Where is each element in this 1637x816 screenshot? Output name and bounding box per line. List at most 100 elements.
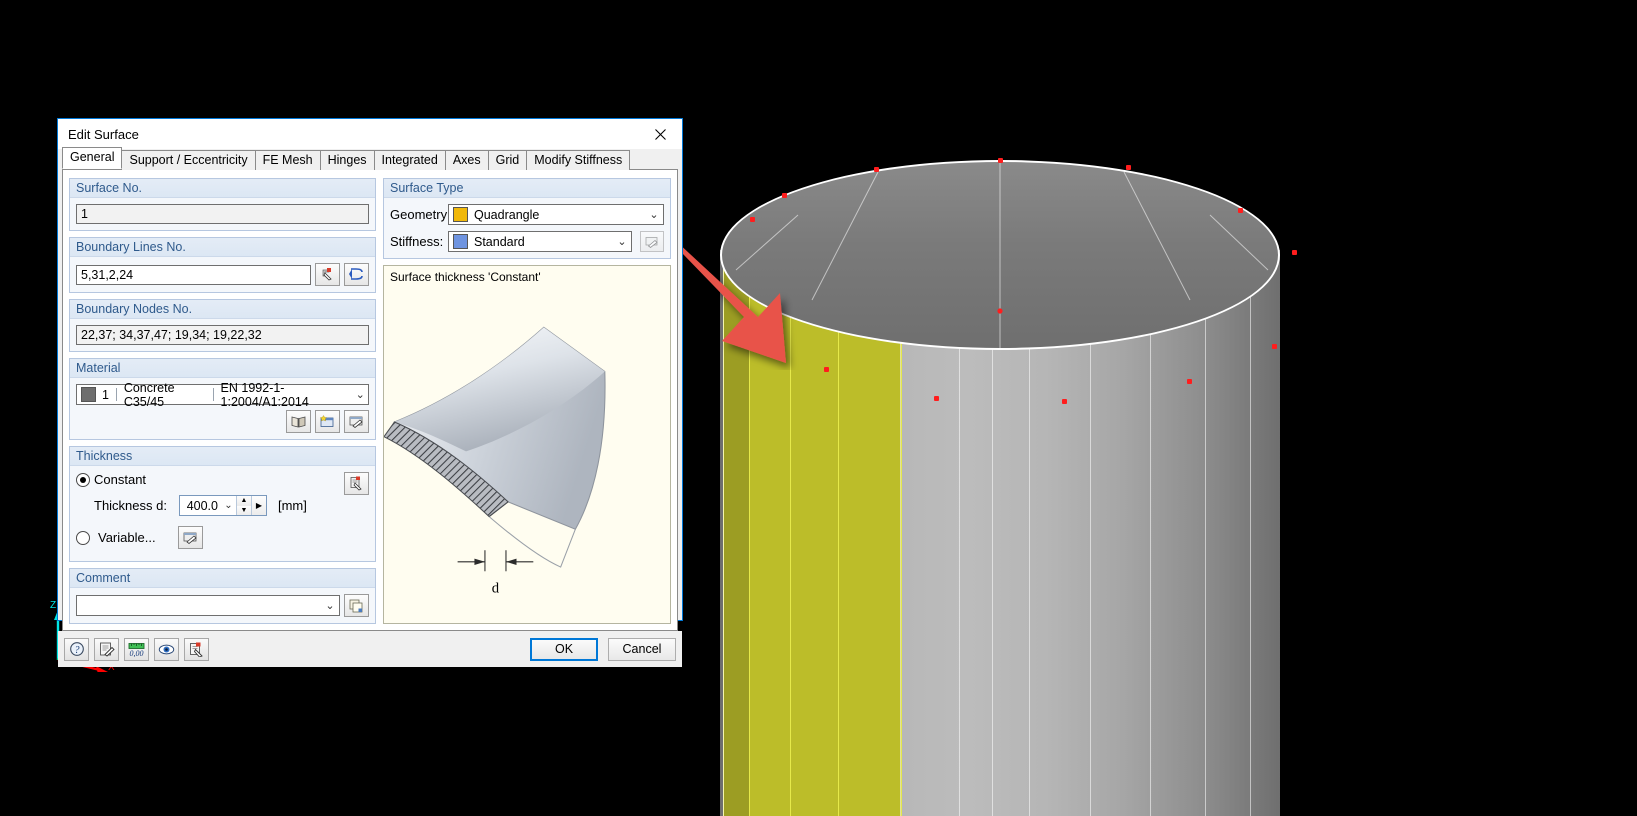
thickness-unit: [mm] [277,498,307,513]
units-icon[interactable]: 0,00 [124,637,149,661]
close-icon[interactable] [638,120,682,149]
note-glyph [99,642,115,657]
comment-templates-glyph [349,599,363,612]
stepper-up[interactable]: ▲ [236,496,251,506]
radio-dot [80,476,86,483]
node-marker[interactable] [1292,250,1297,255]
geometry-value: Quadrangle [474,207,540,222]
material-group: Material 1 Concrete C35/45 EN 1992-1-1:2… [69,358,376,440]
variable-label: Variable... [98,530,156,545]
dimension-label-d: d [492,580,500,596]
tab-grid[interactable]: Grid [487,150,528,170]
cylinder-top-face[interactable] [720,160,1280,350]
chevron-down-icon[interactable]: ⌄ [645,208,663,221]
thickness-value: 400.0 [186,498,218,513]
comment-body: ⌄ [70,588,375,623]
surface-no-group: Surface No. 1 [69,178,376,231]
node-marker[interactable] [874,167,879,172]
node-marker[interactable] [1272,344,1277,349]
stepper-down[interactable]: ▼ [236,505,251,515]
constant-label: Constant [94,472,147,487]
node-marker[interactable] [1062,399,1067,404]
curved-shell-illustration: d [383,326,606,596]
svg-text:0,00: 0,00 [130,649,144,657]
new-material-icon[interactable] [315,410,340,433]
edit-surface-dialog[interactable]: Edit Surface General Support / Eccentric… [57,118,683,667]
tab-support-eccentricity[interactable]: Support / Eccentricity [121,150,256,170]
stiffness-row: Stiffness: Standard ⌄ [390,231,664,252]
dialog-title: Edit Surface [68,126,139,142]
chevron-down-icon[interactable]: ⌄ [613,235,631,248]
thickness-d-label: Thickness d: [94,498,167,513]
note-icon[interactable] [94,637,119,661]
tab-general[interactable]: General [62,147,123,169]
thickness-spinner[interactable]: 400.0 ⌄ ▲ ▼ ▶ [178,495,267,516]
thickness-legend: Thickness [70,447,375,466]
close-glyph [654,128,666,140]
pick-thickness-icon[interactable] [344,472,369,495]
edit-stiffness-icon[interactable] [640,231,664,252]
chevron-down-icon[interactable]: ⌄ [352,388,368,401]
tab-integrated[interactable]: Integrated [373,150,446,170]
divider [212,388,214,401]
boundary-nodes-input[interactable]: 22,37; 34,37,47; 19,34; 19,22,32 [76,325,369,345]
node-marker[interactable] [934,396,939,401]
comment-combo[interactable]: ⌄ [76,595,340,616]
pick-icon[interactable] [184,637,209,661]
boundary-lines-input[interactable]: 5,31,2,24 [76,264,311,285]
reverse-orientation-icon[interactable] [344,263,369,286]
tab-axes[interactable]: Axes [444,150,489,170]
boundary-lines-group: Boundary Lines No. 5,31,2,24 [69,237,376,293]
node-marker[interactable] [782,193,787,198]
surface-no-input[interactable]: 1 [76,204,369,224]
comment-group: Comment ⌄ [69,568,376,624]
footer-actions: OK Cancel [530,637,676,661]
chevron-down-icon[interactable]: ⌄ [321,599,339,612]
material-combo[interactable]: 1 Concrete C35/45 EN 1992-1-1:2004/A1:20… [76,381,369,409]
geometry-combo[interactable]: Quadrangle ⌄ [448,204,664,225]
comment-templates-icon[interactable] [344,594,369,617]
selected-surface-panel[interactable] [749,250,792,816]
node-marker[interactable] [1126,165,1131,170]
cylinder-model[interactable] [700,150,1300,816]
tab-hinges[interactable]: Hinges [319,150,375,170]
cancel-button[interactable]: Cancel [608,637,676,661]
surface-type-legend: Surface Type [384,179,670,198]
divider [115,388,117,401]
tab-fe-mesh[interactable]: FE Mesh [254,150,321,170]
constant-radio[interactable] [76,472,90,487]
node-marker[interactable] [824,367,829,372]
node-marker[interactable] [998,158,1003,163]
chevron-down-icon[interactable]: ⌄ [221,500,236,511]
material-number: 1 [102,387,109,402]
view-icon[interactable] [154,637,179,661]
pick-lines-icon[interactable] [315,263,340,286]
variable-thickness-icon[interactable] [177,526,203,549]
edit-material-icon[interactable] [344,410,369,433]
comment-legend: Comment [70,569,375,588]
node-marker[interactable] [1187,379,1192,384]
ok-button[interactable]: OK [530,637,598,661]
tab-modify-stiffness[interactable]: Modify Stiffness [526,150,631,170]
material-library-icon[interactable] [286,410,311,433]
help-icon[interactable]: ? [64,637,89,661]
node-marker[interactable] [750,217,755,222]
constant-radio-row[interactable]: Constant [76,472,369,487]
node-marker[interactable] [752,328,757,333]
thickness-next-button[interactable]: ▶ [250,496,266,515]
surface-no-body: 1 [70,198,375,230]
thickness-group: Thickness Constant Thickness d: 400.0 ⌄ … [69,446,376,562]
dialog-titlebar[interactable]: Edit Surface [58,119,682,149]
node-marker[interactable] [1238,208,1243,213]
preview-canvas: d [383,284,670,623]
variable-radio-row[interactable]: Variable... [76,526,369,549]
selected-surface-panel[interactable] [790,250,840,816]
dialog-footer: ? 0,00 OK Cancel [58,631,682,667]
tab-strip[interactable]: General Support / Eccentricity FE Mesh H… [62,147,678,170]
stiffness-combo[interactable]: Standard ⌄ [448,231,632,252]
thickness-stepper[interactable]: ▲ ▼ [235,496,251,515]
variable-radio[interactable] [76,530,90,545]
stiffness-color-swatch [453,234,468,249]
new-material-glyph [320,415,334,427]
selected-surface-panel[interactable] [723,250,751,816]
